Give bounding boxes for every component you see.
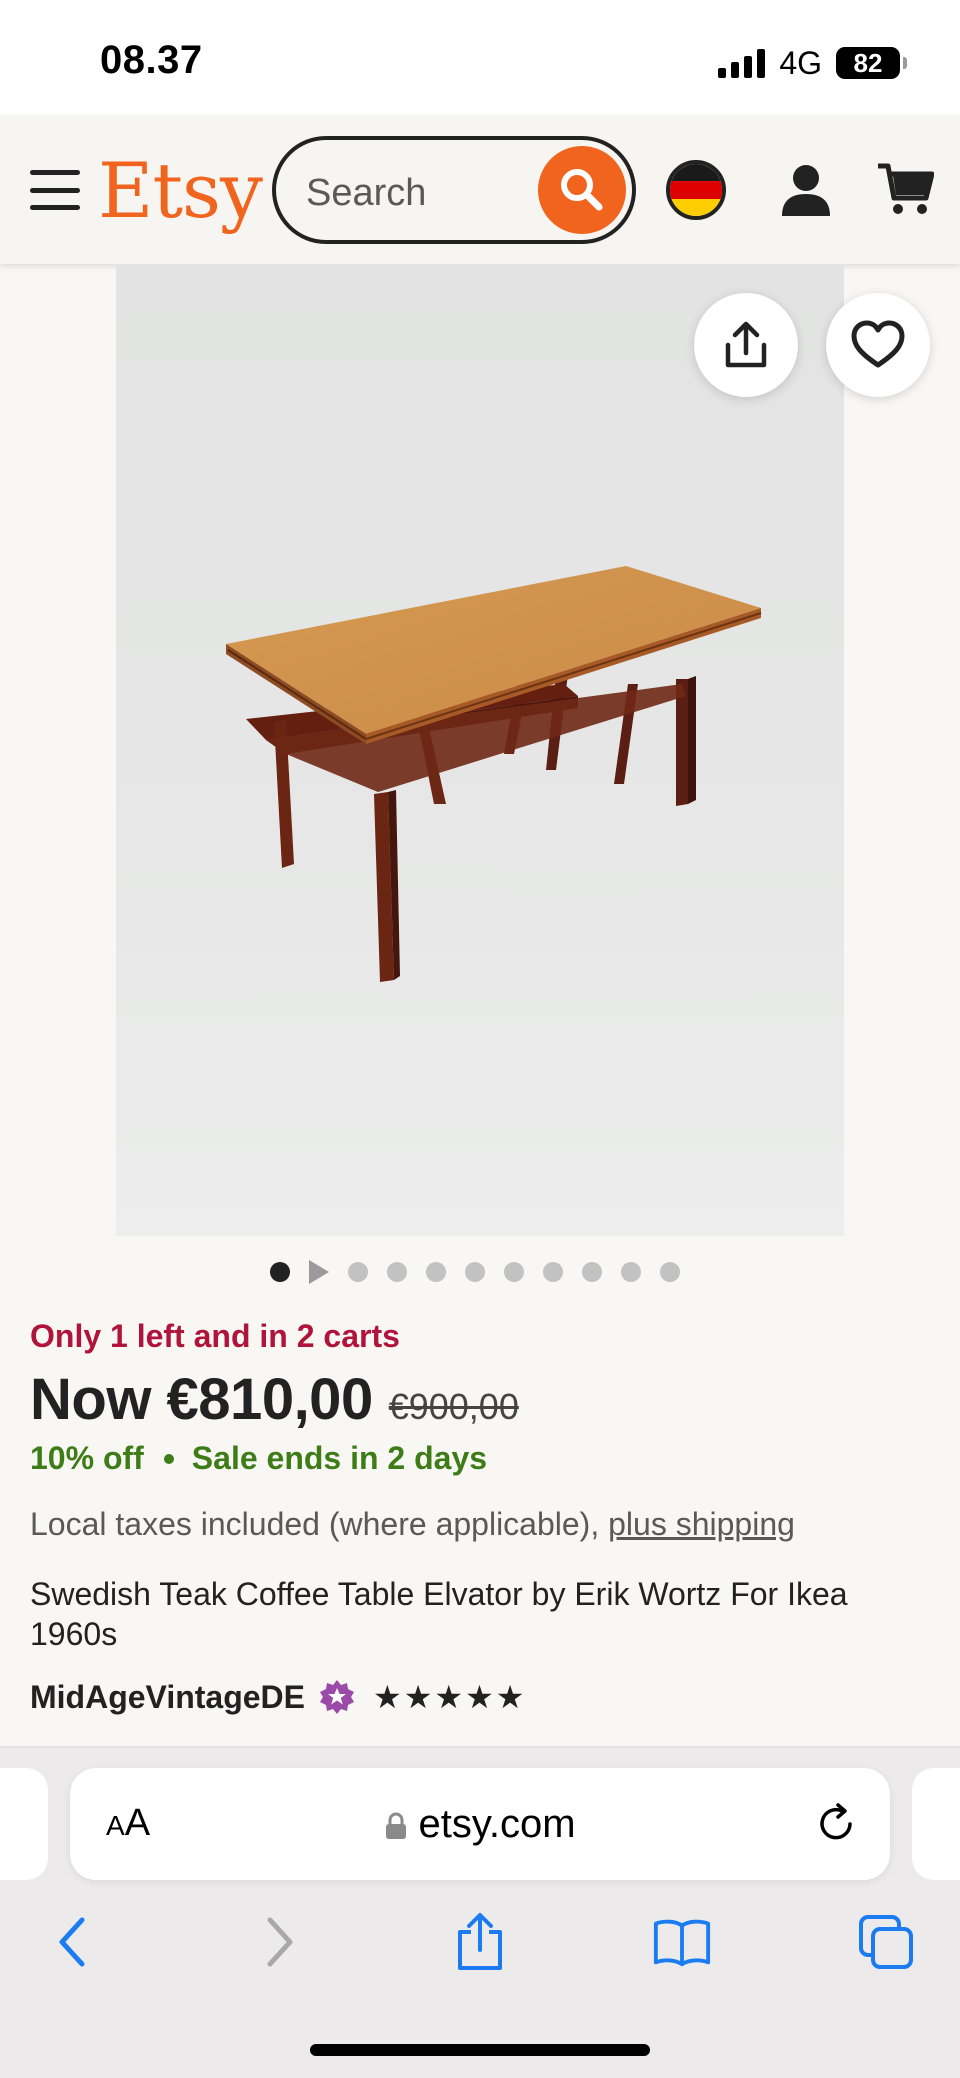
carousel-dots[interactable] [270, 1260, 680, 1284]
original-price: €900,00 [388, 1386, 519, 1427]
video-play-icon[interactable] [309, 1260, 329, 1284]
battery-icon: 82 [836, 47, 907, 79]
chevron-right-icon [267, 1917, 293, 1967]
chevron-left-icon [59, 1917, 85, 1967]
sale-ends-label: Sale ends in 2 days [191, 1440, 488, 1476]
carousel-dot[interactable] [621, 1262, 641, 1282]
book-icon [653, 1919, 711, 1967]
coffee-table-photo [226, 566, 762, 982]
search-bar[interactable]: Search [272, 136, 636, 244]
sale-info: 10% off Sale ends in 2 days [30, 1440, 487, 1477]
share-button[interactable] [694, 293, 798, 397]
share-sheet-button[interactable] [450, 1912, 510, 1972]
battery-level: 82 [853, 47, 883, 78]
home-indicator [310, 2044, 650, 2056]
product-title: Swedish Teak Coffee Table Elvator by Eri… [30, 1576, 848, 1652]
rating-stars[interactable]: ★★★★★ [373, 1678, 526, 1716]
url-text: etsy.com [418, 1802, 576, 1846]
browser-chrome: AA etsy.com [0, 1748, 960, 2078]
share-icon [725, 321, 767, 368]
previous-tab-preview[interactable] [0, 1768, 48, 1880]
sale-price: Now €810,00 [30, 1367, 373, 1432]
status-bar: 08.37 4G 82 [0, 0, 960, 116]
status-time: 08.37 [100, 38, 203, 82]
forward-button[interactable] [250, 1912, 310, 1972]
bookmarks-button[interactable] [652, 1912, 712, 1972]
tabs-icon [859, 1915, 913, 1969]
carousel-dot[interactable] [504, 1262, 524, 1282]
discount-label: 10% off [30, 1440, 144, 1476]
separator-dot [163, 1453, 174, 1464]
network-type: 4G [779, 44, 822, 81]
site-header: Etsy Search [0, 116, 960, 264]
next-tab-preview[interactable] [912, 1768, 960, 1880]
favorite-button[interactable] [826, 293, 930, 397]
heart-icon [851, 320, 905, 368]
carousel-dot[interactable] [582, 1262, 602, 1282]
star-seller-badge-icon [320, 1680, 354, 1714]
carousel-dot[interactable] [348, 1262, 368, 1282]
stock-notice: Only 1 left and in 2 carts [30, 1318, 400, 1354]
shipping-link[interactable]: plus shipping [608, 1506, 795, 1542]
status-indicators: 4G 82 [718, 44, 907, 82]
carousel-dot[interactable] [660, 1262, 680, 1282]
reload-icon[interactable] [814, 1802, 858, 1846]
signal-icon [718, 48, 766, 78]
tax-text: Local taxes included (where applicable), [30, 1506, 609, 1542]
account-icon[interactable] [776, 160, 836, 220]
price-row: Now €810,00 €900,00 [30, 1366, 519, 1433]
share-icon [458, 1913, 502, 1970]
search-icon [561, 169, 603, 211]
tax-info: Local taxes included (where applicable),… [30, 1506, 795, 1543]
menu-icon[interactable] [30, 170, 80, 210]
shop-row: MidAgeVintageDE ★★★★★ [30, 1678, 526, 1716]
cart-icon[interactable] [876, 160, 934, 218]
product-image[interactable] [116, 264, 844, 1236]
tabs-button[interactable] [856, 1912, 916, 1972]
carousel-dot[interactable] [543, 1262, 563, 1282]
search-input[interactable]: Search [306, 172, 426, 215]
address-bar[interactable]: AA etsy.com [70, 1768, 890, 1880]
carousel-dot[interactable] [465, 1262, 485, 1282]
carousel-dot[interactable] [387, 1262, 407, 1282]
carousel-dot[interactable] [426, 1262, 446, 1282]
etsy-logo[interactable]: Etsy [98, 146, 263, 235]
search-button[interactable] [538, 146, 626, 234]
carousel-dot[interactable] [270, 1262, 290, 1282]
germany-flag-icon[interactable] [666, 160, 726, 220]
url-display[interactable]: etsy.com [70, 1802, 890, 1847]
browser-toolbar [0, 1898, 960, 1988]
lock-icon [386, 1812, 407, 1840]
back-button[interactable] [42, 1912, 102, 1972]
shop-name-link[interactable]: MidAgeVintageDE [30, 1679, 305, 1716]
